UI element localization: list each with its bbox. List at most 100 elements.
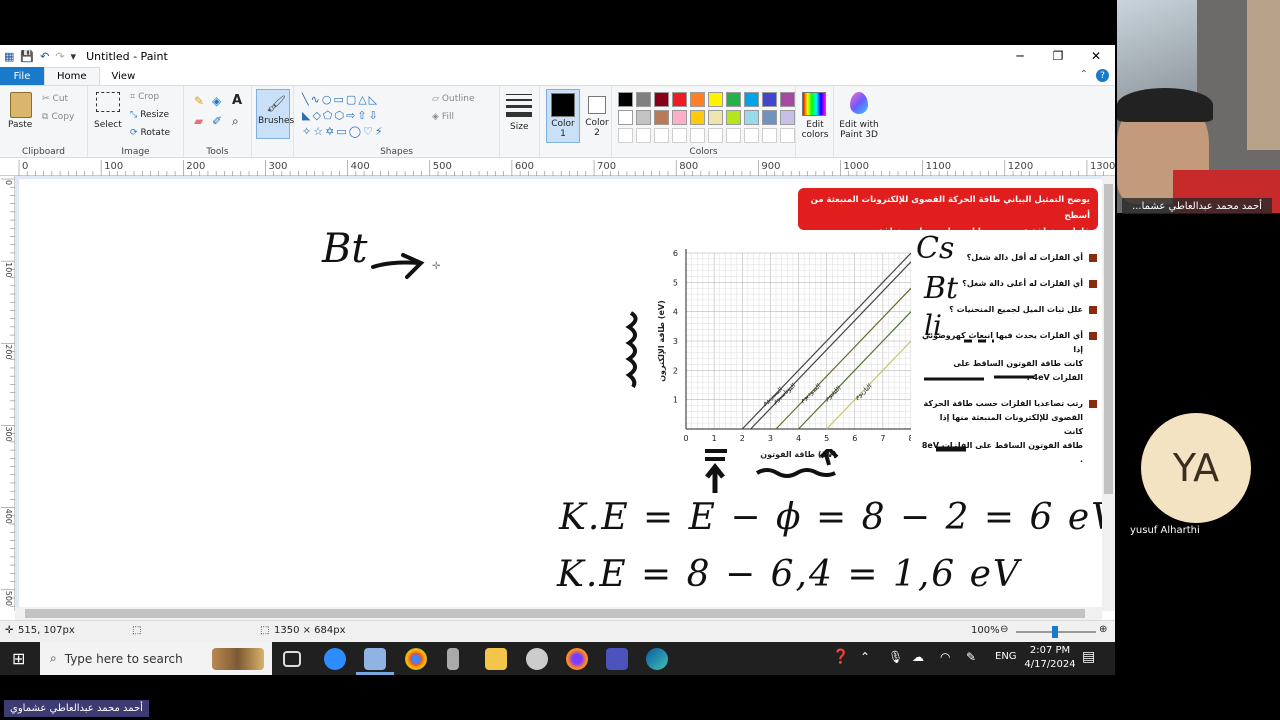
- outline-button[interactable]: ▱ Outline: [432, 94, 474, 104]
- palette-swatch[interactable]: [636, 110, 651, 125]
- palette-swatch[interactable]: [690, 110, 705, 125]
- custom-color-slot[interactable]: [654, 128, 669, 143]
- custom-color-slot[interactable]: [672, 128, 687, 143]
- paint-app-icon[interactable]: [364, 648, 386, 670]
- edit-colors-button[interactable]: Edit colors: [796, 120, 834, 140]
- onedrive-icon[interactable]: ☁: [912, 650, 924, 664]
- edge-icon[interactable]: [646, 648, 668, 670]
- taskbar-search[interactable]: ⌕ Type here to search: [40, 642, 272, 675]
- chrome-icon[interactable]: [405, 648, 427, 670]
- custom-color-slot[interactable]: [690, 128, 705, 143]
- brushes-button[interactable]: 🖌 Brushes: [256, 89, 294, 139]
- vertical-scrollbar[interactable]: [1102, 176, 1115, 611]
- restore-button[interactable]: ❐: [1039, 45, 1077, 67]
- tab-view[interactable]: View: [100, 67, 148, 85]
- microphone-icon[interactable]: 🎙: [888, 650, 903, 664]
- paste-icon[interactable]: [10, 92, 32, 118]
- teams-icon[interactable]: [606, 648, 628, 670]
- drawing-canvas[interactable]: Bt ✛ يوضح التمثيل البياني طاقة الحركة ال…: [19, 179, 1102, 607]
- tab-file[interactable]: File: [0, 67, 44, 85]
- undo-icon[interactable]: ↶: [40, 50, 49, 63]
- zoom-in-icon[interactable]: ⊕: [1099, 624, 1107, 635]
- minimize-button[interactable]: ─: [1001, 45, 1039, 67]
- custom-color-slot[interactable]: [726, 128, 741, 143]
- paint3d-button[interactable]: Edit with Paint 3D: [834, 120, 884, 140]
- task-view-icon[interactable]: [283, 651, 301, 667]
- palette-swatch[interactable]: [654, 92, 669, 107]
- zoom-slider-thumb[interactable]: [1052, 626, 1058, 638]
- custom-color-slot[interactable]: [636, 128, 651, 143]
- redo-icon[interactable]: ↷: [55, 50, 64, 63]
- zoom-slider[interactable]: [1016, 626, 1096, 638]
- select-button[interactable]: Select: [94, 120, 122, 130]
- crop-button[interactable]: ⌗ Crop: [130, 92, 159, 102]
- tab-home[interactable]: Home: [44, 67, 100, 85]
- cut-button[interactable]: ✂ Cut: [42, 94, 68, 104]
- palette-swatch[interactable]: [726, 92, 741, 107]
- palette-swatch[interactable]: [636, 92, 651, 107]
- collapse-ribbon-icon[interactable]: ⌃: [1080, 69, 1088, 82]
- pen-icon[interactable]: ✎: [966, 650, 976, 664]
- language-indicator[interactable]: ENG: [995, 651, 1017, 662]
- palette-swatch[interactable]: [708, 110, 723, 125]
- palette-swatch[interactable]: [618, 110, 633, 125]
- palette-swatch[interactable]: [672, 92, 687, 107]
- zoom-app-icon[interactable]: [324, 648, 346, 670]
- color1-button[interactable]: Color 1: [546, 89, 580, 143]
- rotate-button[interactable]: ⟳ Rotate: [130, 128, 170, 138]
- custom-color-slot[interactable]: [618, 128, 633, 143]
- clock[interactable]: 2:07 PM 4/17/2024: [1024, 644, 1076, 672]
- custom-color-slot[interactable]: [762, 128, 777, 143]
- palette-swatch[interactable]: [744, 92, 759, 107]
- select-icon[interactable]: [96, 92, 120, 112]
- pencil-icon[interactable]: ✎: [194, 94, 204, 108]
- copy-button[interactable]: ⧉ Copy: [42, 112, 74, 122]
- notifications-icon[interactable]: ▤: [1082, 649, 1095, 665]
- fill-icon[interactable]: ◈: [212, 94, 221, 108]
- firefox-icon[interactable]: [566, 648, 588, 670]
- app-icon[interactable]: [526, 648, 548, 670]
- text-icon[interactable]: A: [232, 93, 242, 108]
- palette-swatch[interactable]: [762, 110, 777, 125]
- shapes-gallery[interactable]: ╲∿○▭▢△◺ ◣◇⬠⬡⇨⇧⇩ ✧☆✡▭◯♡⚡: [302, 92, 424, 138]
- help-icon[interactable]: ?: [1096, 69, 1109, 82]
- customize-qa-icon[interactable]: ▾: [71, 50, 77, 63]
- paste-button[interactable]: Paste: [8, 120, 32, 130]
- windows-start-icon[interactable]: ⊞: [12, 649, 25, 668]
- palette-swatch[interactable]: [726, 110, 741, 125]
- zoom-out-icon[interactable]: ⊖: [1000, 624, 1008, 635]
- ruler-label: 500: [4, 591, 13, 606]
- color2-button[interactable]: Color 2: [584, 89, 610, 143]
- palette-swatch[interactable]: [690, 92, 705, 107]
- horizontal-scroll-thumb[interactable]: [25, 609, 1085, 618]
- palette-swatch[interactable]: [780, 110, 795, 125]
- usb-app-icon[interactable]: [447, 648, 459, 670]
- fill-button[interactable]: ◈ Fill: [432, 112, 454, 122]
- help-tray-icon[interactable]: ❓: [832, 649, 849, 665]
- color-picker-icon[interactable]: ✐: [212, 114, 222, 128]
- vertical-scroll-thumb[interactable]: [1104, 184, 1113, 494]
- magnifier-icon[interactable]: ⌕: [232, 114, 239, 129]
- close-button[interactable]: ✕: [1077, 45, 1115, 67]
- file-explorer-icon[interactable]: [485, 648, 507, 670]
- custom-color-slot[interactable]: [780, 128, 795, 143]
- size-label[interactable]: Size: [510, 122, 528, 132]
- tray-expand-icon[interactable]: ⌃: [860, 650, 870, 664]
- palette-swatch[interactable]: [780, 92, 795, 107]
- edit-colors-icon[interactable]: [802, 92, 826, 116]
- palette-swatch[interactable]: [618, 92, 633, 107]
- palette-swatch[interactable]: [672, 110, 687, 125]
- save-icon[interactable]: 💾: [20, 50, 34, 63]
- resize-button[interactable]: ⤡ Resize: [130, 110, 169, 120]
- paint3d-icon[interactable]: [850, 92, 868, 114]
- wifi-icon[interactable]: ◠: [940, 650, 950, 664]
- size-icon[interactable]: [506, 94, 532, 117]
- custom-color-slot[interactable]: [708, 128, 723, 143]
- eraser-icon[interactable]: ▰: [194, 114, 203, 128]
- palette-swatch[interactable]: [654, 110, 669, 125]
- palette-swatch[interactable]: [762, 92, 777, 107]
- horizontal-scrollbar[interactable]: [15, 607, 1102, 620]
- palette-swatch[interactable]: [708, 92, 723, 107]
- palette-swatch[interactable]: [744, 110, 759, 125]
- custom-color-slot[interactable]: [744, 128, 759, 143]
